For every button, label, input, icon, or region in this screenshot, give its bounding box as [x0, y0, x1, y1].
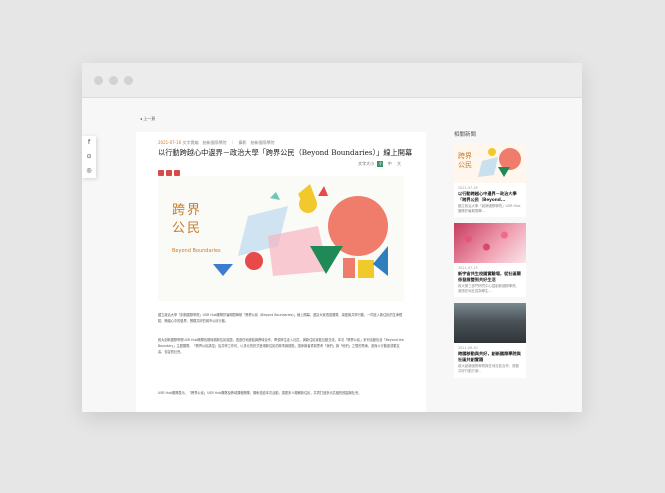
font-size-control: 文字大小 小 中 大 — [358, 161, 402, 167]
banner-artwork — [213, 184, 388, 278]
article-title: 以行動跨越心中邊界－政治大學「跨界公民（Beyond Boundaries）」線… — [158, 148, 413, 157]
window-titlebar — [82, 63, 582, 98]
related-card[interactable]: 2021-06-30 跨國移動與共好，創新國際學院與社區共創實踐 政大創新國際學… — [454, 303, 526, 378]
page-content: f ⊙ ◎ ◂ 上一頁 2021-07-16 文字責編 創新國際學院 ｜ 攝影 … — [82, 98, 582, 412]
article-paragraph: 政大創新國際學院USR Hub團隊長期深耕新住民議題，透過在地連結與跨域合作，帶… — [158, 338, 404, 354]
share-bar: f ⊙ ◎ — [82, 136, 96, 178]
maximize-dot[interactable] — [124, 76, 133, 85]
related-thumbnail-art: 跨界 公民 — [458, 148, 521, 177]
related-heading: 相關新聞 — [454, 132, 477, 138]
line-icon[interactable]: ⊙ — [82, 150, 96, 164]
instagram-icon[interactable]: ◎ — [82, 164, 96, 178]
related-news: 相關新聞 跨界 公民 2021-07-16 以行動跨越心中邊界－政治大學「跨界公… — [454, 130, 526, 384]
article-date: 2021-07-16 — [158, 140, 182, 145]
related-thumbnail: 跨界 公民 — [454, 143, 526, 183]
font-size-label: 文字大小 — [358, 161, 375, 166]
banner-subtitle: Beyond Boundaries — [172, 248, 221, 254]
banner-image: 跨界公民 Beyond Boundaries — [158, 176, 404, 301]
facebook-icon[interactable]: f — [82, 136, 96, 150]
article-card: 2021-07-16 文字責編 創新國際學院 ｜ 攝影 創新國際學院 以行動跨越… — [136, 132, 426, 412]
related-card[interactable]: 2021-07-15 新宇宙共生校園實驗場，從社區關係發展營到共好生活 政大第三… — [454, 223, 526, 298]
banner-title: 跨界公民 — [172, 203, 203, 236]
related-desc: 政大第三部門研究中心暨創新國際學院，邀請在地社區與學生... — [458, 284, 520, 293]
browser-window: f ⊙ ◎ ◂ 上一頁 2021-07-16 文字責編 創新國際學院 ｜ 攝影 … — [82, 63, 582, 412]
article-paragraph: 國立政治大學「創新國際學院」USR Hub團隊於暑期間舉辦「跨界公民（Beyon… — [158, 313, 403, 323]
minimize-dot[interactable] — [109, 76, 118, 85]
related-card[interactable]: 跨界 公民 2021-07-16 以行動跨越心中邊界－政治大學「跨界公民（Bey… — [454, 143, 526, 218]
related-title: 新宇宙共生校園實驗場，從社區關係發展營到共好生活 — [458, 271, 521, 282]
related-thumbnail — [454, 303, 526, 344]
related-desc: 政大創新國際學院與在地社區合作，推動共好行動方案... — [458, 364, 520, 373]
related-title: 跨國移動與共好，創新國際學院與社區共創實踐 — [458, 351, 521, 362]
close-dot[interactable] — [94, 76, 103, 85]
related-date: 2021-07-16 — [458, 186, 478, 190]
related-title: 以行動跨越心中邊界－政治大學「跨界公民（Beyond... — [458, 191, 517, 202]
related-thumbnail — [454, 223, 526, 264]
article-paragraph: USR Hub團隊表示，「跨界公民」USR Hub團隊及跨域課程團隊，期盼透過本… — [158, 391, 362, 395]
svg-text:跨界: 跨界 — [458, 151, 472, 160]
font-size-small[interactable]: 小 — [377, 161, 384, 167]
article-byline: 文字責編 創新國際學院 ｜ 攝影 創新國際學院 — [182, 140, 275, 145]
font-size-medium[interactable]: 中 — [387, 161, 393, 167]
back-link[interactable]: ◂ 上一頁 — [140, 116, 155, 122]
svg-text:公民: 公民 — [458, 161, 472, 169]
font-size-large[interactable]: 大 — [396, 161, 402, 167]
back-label: 上一頁 — [143, 116, 156, 121]
related-date: 2021-07-15 — [458, 266, 478, 271]
article-meta: 2021-07-16 文字責編 創新國際學院 ｜ 攝影 創新國際學院 — [158, 140, 275, 146]
related-desc: 國立政治大學「創新國際學院」USR Hub團隊於暑期間舉... — [458, 204, 521, 213]
